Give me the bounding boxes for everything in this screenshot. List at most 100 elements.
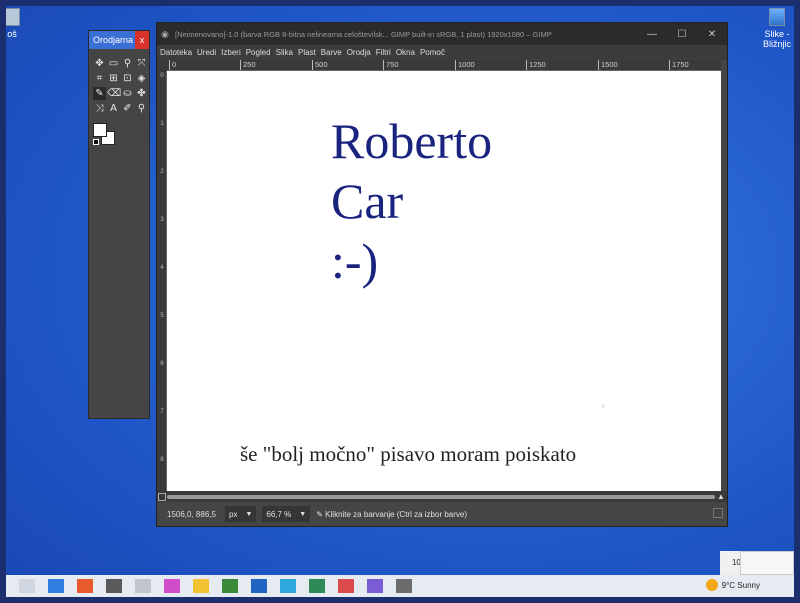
system-tray[interactable]: 9°C Sunny <box>705 579 760 591</box>
ruler-tick: 750 <box>383 60 399 70</box>
file-explorer-icon[interactable] <box>193 579 209 593</box>
window-title: [Neimenovano]-1.0 (barva RGB 8-bitna nel… <box>175 29 552 39</box>
paintbrush-tool-icon[interactable]: ✎ <box>93 87 106 100</box>
menu-select[interactable]: Izberi <box>221 48 241 57</box>
notification-popup[interactable] <box>740 551 794 575</box>
ruler-tick: 1500 <box>598 60 618 70</box>
transform-tool-icon[interactable]: ⊞ <box>107 72 120 85</box>
image-canvas[interactable]: Roberto Car :-) ○ še "bolj močno" pisavo… <box>167 71 721 491</box>
toolbox-close-button[interactable]: x <box>135 31 149 49</box>
clone-tool-icon[interactable]: ⛀ <box>121 87 134 100</box>
firefox-icon[interactable] <box>77 579 93 593</box>
menu-help[interactable]: Pomoč <box>420 48 445 57</box>
desktop-shortcut-left[interactable]: oš <box>6 8 20 39</box>
unit-value: px <box>229 509 238 519</box>
pointer-coordinates: 1506,0, 886,5 <box>167 509 216 519</box>
foreground-color-swatch[interactable] <box>93 123 107 137</box>
app-icon[interactable] <box>164 579 180 593</box>
app-icon[interactable] <box>396 579 412 593</box>
canvas-text-block: Roberto Car :-) <box>331 111 492 291</box>
chevron-down-icon: ▼ <box>245 510 253 518</box>
menu-colors[interactable]: Barve <box>321 48 342 57</box>
rect-select-tool-icon[interactable]: ▭ <box>107 57 120 70</box>
desktop-shortcut-left-label: oš <box>7 29 17 39</box>
ruler-tick: 1750 <box>669 60 689 70</box>
app-icon[interactable] <box>309 579 325 593</box>
ruler-tick: 2 <box>160 169 164 175</box>
status-message: ✎ Kliknite za barvanje (Ctrl za izbor ba… <box>316 509 468 519</box>
ruler-tick: 5 <box>160 313 164 319</box>
close-button[interactable]: ✕ <box>697 23 727 45</box>
default-colors-icon[interactable] <box>93 139 99 145</box>
minimize-button[interactable]: — <box>637 23 667 45</box>
menu-layer[interactable]: Plast <box>298 48 316 57</box>
crop-tool-icon[interactable]: ⌗ <box>93 72 106 85</box>
menu-windows[interactable]: Okna <box>396 48 415 57</box>
store-icon[interactable] <box>251 579 267 593</box>
chevron-down-icon: ▼ <box>299 510 307 518</box>
zoom-tool-icon[interactable]: ⚲ <box>135 102 148 115</box>
edge-icon[interactable] <box>48 579 64 593</box>
ruler-tick: 3 <box>160 217 164 223</box>
desktop-shortcut-slike-label-2: Bližnjic <box>762 39 791 49</box>
ruler-tick: 500 <box>312 60 328 70</box>
app-icon[interactable] <box>338 579 354 593</box>
scrollbar-thumb[interactable] <box>167 495 715 499</box>
paths-tool-icon[interactable]: ⤨ <box>93 102 106 115</box>
desktop-shortcut-slike[interactable]: Slike - Bližnjic <box>762 8 792 49</box>
eraser-tool-icon[interactable]: ⌫ <box>107 87 121 100</box>
text-tool-icon[interactable]: A <box>107 102 120 115</box>
pictures-shortcut-icon <box>769 8 785 26</box>
gimp-taskbar-icon[interactable] <box>106 579 122 593</box>
menu-bar: Datoteka Uredi Izberi Pogled Slika Plast… <box>157 45 727 60</box>
ruler-tick: 0 <box>160 73 164 79</box>
warp-tool-icon[interactable]: ⊡ <box>121 72 134 85</box>
bucket-fill-tool-icon[interactable]: ◈ <box>135 72 148 85</box>
color-swatches[interactable] <box>93 123 117 147</box>
media-icon[interactable] <box>135 579 151 593</box>
canvas-caption: še "bolj močno" pisavo moram poiskato <box>240 442 577 466</box>
edge-browser-icon[interactable] <box>280 579 296 593</box>
ruler-tick: 0 <box>169 60 176 70</box>
app-icon[interactable] <box>367 579 383 593</box>
vertical-ruler[interactable]: 0 1 2 3 4 5 6 7 8 <box>157 71 167 491</box>
desktop-shortcut-slike-label-1: Slike - <box>764 29 790 39</box>
smudge-tool-icon[interactable]: ✤ <box>135 87 148 100</box>
gimp-image-window: ◉ [Neimenovano]-1.0 (barva RGB 8-bitna n… <box>156 22 728 527</box>
canvas-text-line: :-) <box>331 233 379 289</box>
zoom-select[interactable]: 66,7 % ▼ <box>262 506 311 522</box>
widgets-icon[interactable] <box>19 579 35 593</box>
quick-mask-toggle-icon[interactable] <box>158 493 166 501</box>
weather-icon <box>705 579 718 591</box>
ruler-tick: 250 <box>240 60 256 70</box>
toolbox-title: Orodjarna <box>93 35 134 45</box>
toolbox-titlebar[interactable]: Orodjarna x <box>89 31 149 49</box>
free-select-tool-icon[interactable]: ⚲ <box>121 57 134 70</box>
weather-text: 9°C Sunny <box>721 580 760 590</box>
maximize-button[interactable]: ☐ <box>667 23 697 45</box>
status-message-text: Kliknite za barvanje (Ctrl za izbor barv… <box>325 509 468 519</box>
zoom-value: 66,7 % <box>266 509 292 519</box>
menu-file[interactable]: Datoteka <box>160 48 192 57</box>
brush-cursor-icon: ○ <box>601 403 606 410</box>
toolbox-window: Orodjarna x ✥ ▭ ⚲ ⤧ ⌗ ⊞ ⊡ ◈ ✎ ⌫ ⛀ ✤ ⤨ A … <box>88 30 150 419</box>
menu-image[interactable]: Slika <box>276 48 293 57</box>
ruler-tick: 1 <box>160 121 164 127</box>
menu-view[interactable]: Pogled <box>246 48 271 57</box>
unit-select[interactable]: px ▼ <box>225 506 257 522</box>
color-picker-tool-icon[interactable]: ✐ <box>121 102 134 115</box>
move-tool-icon[interactable]: ✥ <box>93 57 106 70</box>
menu-edit[interactable]: Uredi <box>197 48 216 57</box>
menu-filters[interactable]: Filtri <box>376 48 391 57</box>
status-bar: 1506,0, 886,5 px ▼ 66,7 % ▼ ✎ Kliknite z… <box>157 502 727 526</box>
desktop: oš Slike - Bližnjic Orodjarna x ✥ ▭ ⚲ ⤧ … <box>6 6 794 597</box>
file-icon <box>6 8 20 26</box>
horizontal-ruler[interactable]: 0 250 500 750 1000 1250 1500 1750 <box>167 60 721 71</box>
gimp-titlebar[interactable]: ◉ [Neimenovano]-1.0 (barva RGB 8-bitna n… <box>157 23 727 45</box>
app-icon[interactable] <box>222 579 238 593</box>
ruler-tick: 7 <box>160 409 164 415</box>
menu-tools[interactable]: Orodja <box>347 48 371 57</box>
fuzzy-select-tool-icon[interactable]: ⤧ <box>135 57 148 70</box>
tool-grid: ✥ ▭ ⚲ ⤧ ⌗ ⊞ ⊡ ◈ ✎ ⌫ ⛀ ✤ ⤨ A ✐ ⚲ <box>89 49 149 119</box>
canvas-text-line: Car <box>331 173 404 229</box>
